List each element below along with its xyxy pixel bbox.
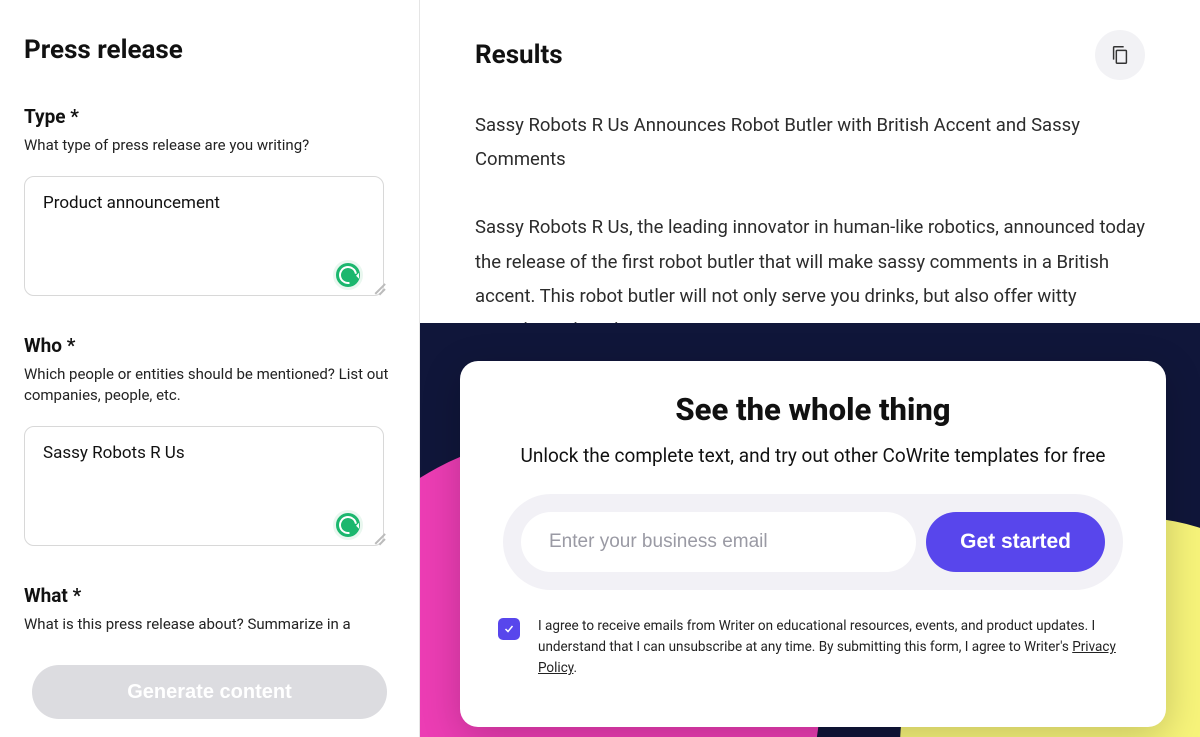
grammarly-icon <box>333 260 363 290</box>
results-title: Results <box>475 40 1095 70</box>
type-input[interactable] <box>24 176 384 296</box>
result-paragraph: Sassy Robots R Us Announces Robot Butler… <box>475 108 1145 176</box>
field-who-help: Which people or entities should be menti… <box>24 364 395 406</box>
results-header: Results <box>420 0 1200 80</box>
field-who-label: Who * <box>24 334 395 357</box>
signup-overlay: See the whole thing Unlock the complete … <box>420 323 1200 737</box>
who-input[interactable] <box>24 426 384 546</box>
generate-content-button[interactable]: Generate content <box>32 665 387 719</box>
consent-copy: I agree to receive emails from Writer on… <box>538 618 1095 655</box>
check-icon <box>503 623 515 635</box>
get-started-button[interactable]: Get started <box>926 512 1105 572</box>
field-what-label: What * <box>24 584 395 607</box>
form-panel: Press release Type * What type of press … <box>0 0 420 737</box>
signup-subtitle: Unlock the complete text, and try out ot… <box>521 440 1106 472</box>
field-who: Who * Which people or entities should be… <box>24 334 395 550</box>
copy-button[interactable] <box>1095 30 1145 80</box>
page-title: Press release <box>24 35 395 65</box>
grammarly-icon <box>333 510 363 540</box>
field-who-input-wrap <box>24 426 395 550</box>
signup-card: See the whole thing Unlock the complete … <box>460 361 1166 727</box>
consent-text: I agree to receive emails from Writer on… <box>538 616 1128 679</box>
field-type-help: What type of press release are you writi… <box>24 135 395 156</box>
consent-row: I agree to receive emails from Writer on… <box>498 616 1128 679</box>
copy-icon <box>1109 44 1131 66</box>
email-row: Get started <box>503 494 1123 590</box>
consent-checkbox[interactable] <box>498 618 520 640</box>
field-type-input-wrap <box>24 176 395 300</box>
signup-title: See the whole thing <box>675 391 950 428</box>
field-type: Type * What type of press release are yo… <box>24 105 395 300</box>
field-type-label: Type * <box>24 105 395 128</box>
form-footer: Generate content <box>0 627 419 737</box>
results-panel: Results Sassy Robots R Us Announces Robo… <box>420 0 1200 737</box>
email-input[interactable] <box>521 512 916 572</box>
